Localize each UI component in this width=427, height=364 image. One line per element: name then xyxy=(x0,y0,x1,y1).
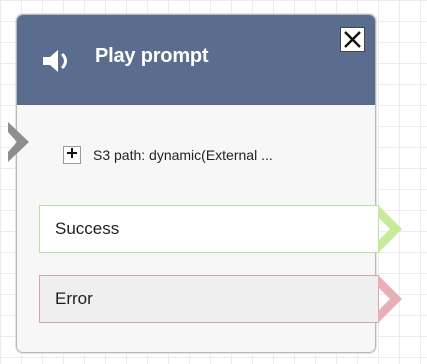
success-branch[interactable]: Success xyxy=(39,205,402,253)
close-button[interactable] xyxy=(340,27,365,52)
block-header: Play prompt xyxy=(17,15,375,105)
error-output-connector[interactable] xyxy=(378,275,404,323)
block-title: Play prompt xyxy=(95,45,209,67)
error-branch[interactable]: Error xyxy=(39,275,402,323)
success-branch-label: Success xyxy=(55,219,120,238)
close-icon xyxy=(341,28,364,51)
parameter-row: S3 path: dynamic(External ... xyxy=(63,144,273,166)
speaker-icon xyxy=(42,49,76,73)
input-connector[interactable] xyxy=(8,122,30,162)
success-output-connector[interactable] xyxy=(378,205,404,253)
s3-path-label: S3 path: dynamic(External ... xyxy=(93,147,273,163)
play-prompt-block[interactable]: Play prompt S3 path: dynamic(External ..… xyxy=(8,14,402,353)
plus-icon xyxy=(66,146,78,164)
error-branch-label: Error xyxy=(55,289,93,308)
expand-parameter-button[interactable] xyxy=(63,146,81,164)
